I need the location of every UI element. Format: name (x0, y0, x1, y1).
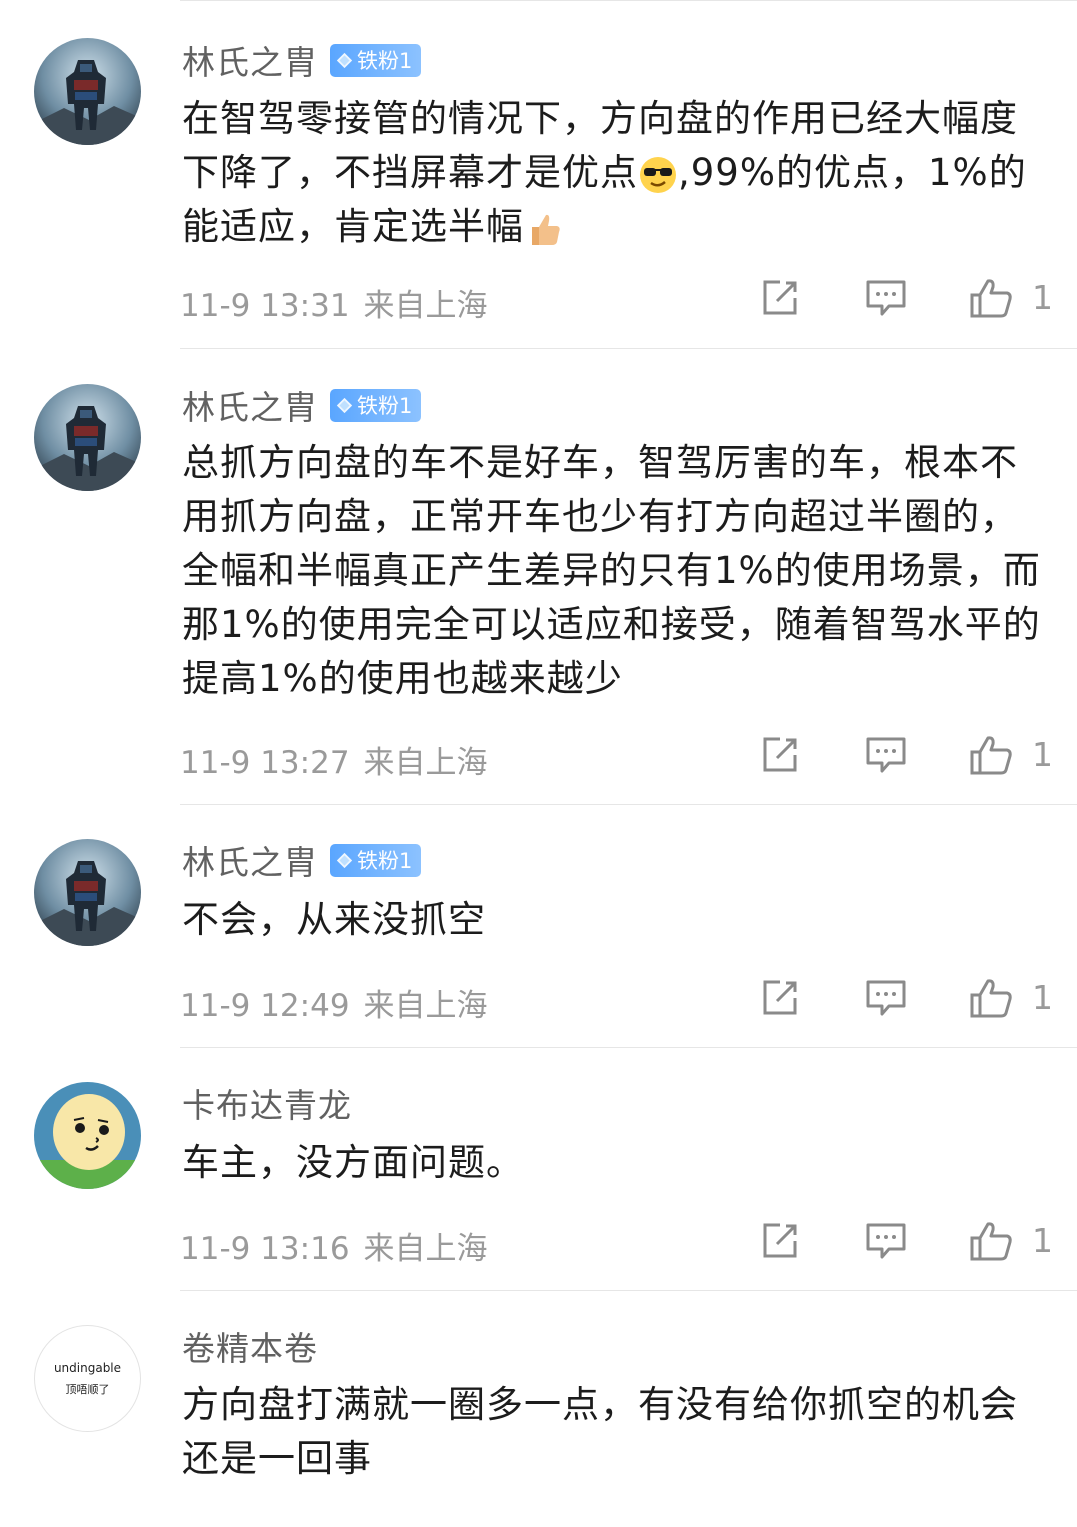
like-count: 1 (1032, 278, 1053, 317)
comment-text: 不会，从来没抓空 (182, 898, 486, 941)
comment-meta: 11-9 13:16 来自上海 1 (180, 1219, 1060, 1269)
comment-text: 总抓方向盘的车不是好车，智驾厉害的车，根本不用抓方向盘，正常开车也少有打方向超过… (182, 441, 1041, 700)
user-avatar[interactable] (34, 38, 141, 145)
diamond-icon (336, 852, 353, 868)
comment-meta: 11-9 13:31 来自上海 1 (180, 276, 1060, 326)
timestamp: 11-9 12:49 来自上海 (180, 980, 488, 1025)
transformer-avatar-image (34, 384, 141, 491)
user-avatar[interactable] (34, 1082, 141, 1189)
username[interactable]: 林氏之胄 (182, 36, 318, 84)
comment-header: 林氏之胄 铁粉1 (182, 836, 422, 884)
avatar-text: undingable (53, 1360, 122, 1375)
username[interactable]: 林氏之胄 (182, 381, 318, 429)
reply-button[interactable] (864, 276, 908, 320)
timestamp: 11-9 13:16 来自上海 (180, 1223, 488, 1268)
transformer-avatar-image (34, 38, 141, 145)
share-button[interactable] (758, 976, 802, 1020)
comment-icon (866, 280, 906, 316)
comment-location: 来自上海 (363, 988, 488, 1024)
badge-label: 铁粉1 (357, 49, 413, 73)
user-avatar[interactable]: undingable 顶唔顺了 (34, 1325, 141, 1432)
diamond-icon (336, 397, 353, 413)
thumbs-up-emoji-icon (532, 214, 560, 245)
comment-location: 来自上海 (363, 288, 488, 324)
comment-header: 林氏之胄 铁粉1 (182, 36, 422, 84)
divider (180, 0, 1077, 1)
divider (180, 348, 1077, 349)
timestamp: 11-9 13:27 来自上海 (180, 737, 488, 782)
like-count: 1 (1032, 978, 1053, 1017)
badge-label: 铁粉1 (357, 849, 413, 873)
comment-icon (866, 980, 906, 1016)
comment-text: 车主，没方面问题。 (182, 1141, 524, 1184)
share-icon (763, 980, 797, 1015)
reply-button[interactable] (864, 976, 908, 1020)
badge-label: 铁粉1 (357, 394, 413, 418)
like-button[interactable] (969, 976, 1013, 1020)
reply-button[interactable] (864, 1219, 908, 1263)
diamond-icon (336, 52, 353, 68)
comment-meta: 11-9 12:49 来自上海 1 (180, 976, 1060, 1026)
fan-badge: 铁粉1 (330, 388, 422, 422)
sunglasses-emoji-icon (640, 156, 676, 193)
divider (180, 1047, 1077, 1048)
divider (180, 804, 1077, 805)
cartoon-face-avatar-image (34, 1082, 141, 1189)
user-avatar[interactable] (34, 384, 141, 491)
comment-time: 11-9 13:27 (180, 745, 350, 781)
comment-icon (866, 1223, 906, 1259)
comment-header: 林氏之胄 铁粉1 (182, 381, 422, 429)
comment-header: 卷精本卷 (182, 1324, 318, 1368)
share-icon (763, 737, 797, 772)
comment-time: 11-9 12:49 (180, 988, 350, 1024)
comment-time: 11-9 13:16 (180, 1231, 350, 1267)
reply-button[interactable] (864, 733, 908, 777)
comment-text: 在智驾零接管的情况下，方向盘的作用已经大幅度下降了，不挡屏幕才是优点 ,99%的优… (182, 92, 1052, 254)
avatar-text: 顶唔顺了 (65, 1382, 110, 1396)
thumbs-up-icon (970, 1222, 1012, 1261)
comment-text: 方向盘打满就一圈多一点，有没有给你抓空的机会还是一回事 (182, 1383, 1018, 1480)
like-button[interactable] (969, 733, 1013, 777)
thumbs-up-icon (970, 979, 1012, 1018)
timestamp: 11-9 13:31 来自上海 (180, 280, 488, 325)
comment-location: 来自上海 (363, 745, 488, 781)
comment-time: 11-9 13:31 (180, 288, 350, 324)
transformer-avatar-image (34, 839, 141, 946)
comment-location: 来自上海 (363, 1231, 488, 1267)
share-button[interactable] (758, 1219, 802, 1263)
username[interactable]: 林氏之胄 (182, 836, 318, 884)
like-count: 1 (1032, 735, 1053, 774)
user-avatar[interactable] (34, 839, 141, 946)
username[interactable]: 卡布达青龙 (182, 1079, 352, 1127)
fan-badge: 铁粉1 (330, 843, 422, 877)
comment-icon (866, 737, 906, 773)
share-button[interactable] (758, 276, 802, 320)
divider (180, 1290, 1077, 1291)
share-icon (763, 1223, 797, 1258)
fan-badge: 铁粉1 (330, 43, 422, 77)
username[interactable]: 卷精本卷 (182, 1322, 318, 1370)
comment-header: 卡布达青龙 (182, 1081, 352, 1125)
thumbs-up-icon (970, 279, 1012, 318)
share-icon (763, 280, 797, 315)
like-button[interactable] (969, 1219, 1013, 1263)
thumbs-up-icon (970, 736, 1012, 775)
like-button[interactable] (969, 276, 1013, 320)
comment-meta: 11-9 13:27 来自上海 1 (180, 733, 1060, 783)
like-count: 1 (1032, 1221, 1053, 1260)
share-button[interactable] (758, 733, 802, 777)
